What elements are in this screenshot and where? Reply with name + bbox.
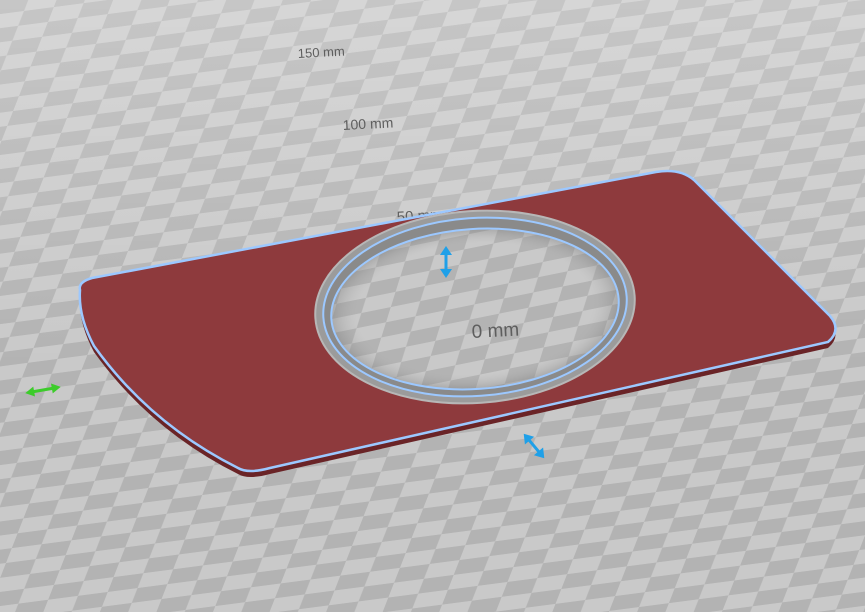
bed-label-100mm: 100 mm [342,114,393,133]
3d-viewport[interactable]: 150 mm 100 mm 50 mm 0 mm [0,0,865,612]
bed-label-0mm: 0 mm [471,320,520,343]
bed-label-150mm: 150 mm [297,44,345,61]
build-plate-scene[interactable]: 150 mm 100 mm 50 mm 0 mm [0,0,865,612]
